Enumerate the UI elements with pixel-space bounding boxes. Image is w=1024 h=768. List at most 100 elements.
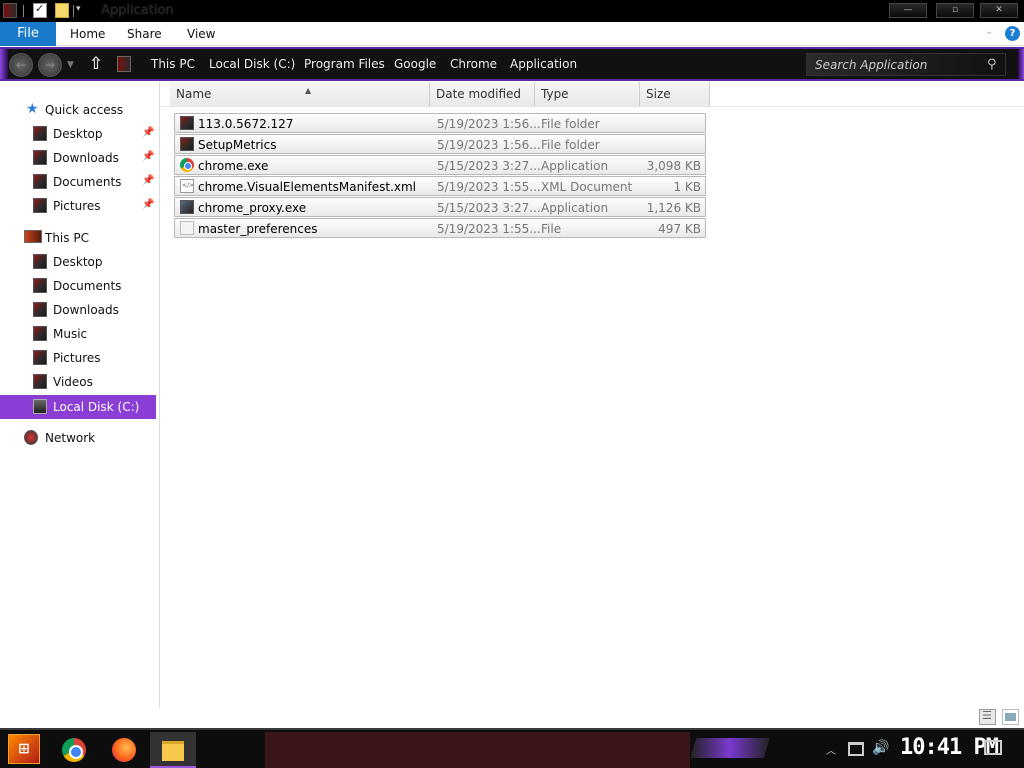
maximize-button[interactable]: ▫	[936, 3, 974, 18]
file-row[interactable]: chrome.VisualElementsManifest.xml 5/19/2…	[174, 176, 706, 196]
file-type: File folder	[541, 138, 600, 152]
breadcrumb-local-disk[interactable]: Local Disk (C:)	[209, 57, 295, 71]
tab-view[interactable]: View	[187, 22, 215, 46]
minimize-button[interactable]: —	[889, 3, 927, 18]
file-date: 5/19/2023 1:56...	[437, 117, 541, 131]
search-placeholder: Search Application	[815, 58, 928, 72]
nav-quick-access[interactable]: ★ Quick access	[0, 99, 156, 121]
tab-home[interactable]: Home	[70, 22, 105, 46]
nav-pc-music[interactable]: Music	[0, 323, 156, 345]
customize-toolbar-chevron-icon[interactable]: ▾	[76, 4, 86, 19]
location-folder-icon	[117, 56, 131, 72]
breadcrumb-google[interactable]: Google	[394, 57, 436, 71]
breadcrumb-application[interactable]: Application	[510, 57, 577, 71]
taskbar-empty-area	[265, 732, 690, 768]
nav-quick-documents[interactable]: Documents 📌	[0, 171, 156, 193]
file-explorer-window: ▾ Application — ▫ ✕ File Home Share View…	[0, 0, 1024, 728]
file-size: 497 KB	[658, 222, 701, 236]
breadcrumb-chrome[interactable]: Chrome	[450, 57, 497, 71]
expand-ribbon-chevron-icon[interactable]: ⌄	[985, 26, 993, 37]
nav-label: Quick access	[45, 103, 124, 117]
folder-icon	[180, 116, 194, 130]
star-icon: ★	[26, 101, 39, 117]
file-name: SetupMetrics	[198, 138, 277, 152]
file-row[interactable]: SetupMetrics 5/19/2023 1:56... File fold…	[174, 134, 706, 154]
window-title: Application	[101, 3, 174, 18]
tab-file[interactable]: File	[0, 22, 56, 46]
nav-this-pc[interactable]: This PC	[0, 227, 156, 249]
pictures-folder-icon	[33, 350, 47, 365]
chrome-icon[interactable]	[62, 738, 86, 762]
column-date-modified[interactable]: Date modified	[430, 82, 535, 107]
firefox-icon[interactable]	[112, 738, 136, 762]
column-label: Name	[176, 87, 212, 101]
show-hidden-icons-chevron-icon[interactable]: ︿	[826, 742, 836, 757]
toolbar-divider	[23, 5, 24, 17]
file-row[interactable]: chrome_proxy.exe 5/15/2023 3:27... Appli…	[174, 197, 706, 217]
volume-icon[interactable]: 🔊	[872, 740, 889, 756]
nav-label: Pictures	[53, 199, 101, 213]
nav-quick-pictures[interactable]: Pictures 📌	[0, 195, 156, 217]
sort-ascending-icon: ▲	[305, 86, 312, 95]
column-size[interactable]: Size	[640, 82, 710, 107]
forward-button[interactable]: →	[38, 53, 62, 77]
column-type[interactable]: Type	[535, 82, 640, 107]
music-folder-icon	[33, 326, 47, 341]
pin-icon[interactable]: 📌	[142, 127, 154, 138]
documents-folder-icon	[33, 278, 47, 293]
breadcrumb-program-files[interactable]: Program Files	[304, 57, 385, 71]
up-one-level-button[interactable]: ⇧	[86, 54, 106, 76]
column-name[interactable]: Name ▲	[170, 82, 430, 107]
new-folder-icon[interactable]	[55, 3, 69, 18]
navigation-pane: ★ Quick access Desktop 📌 Downloads 📌 Doc…	[0, 82, 160, 708]
file-name: 113.0.5672.127	[198, 117, 294, 131]
details-view-icon[interactable]	[979, 709, 996, 725]
title-bar: ▾ Application — ▫ ✕	[0, 0, 1024, 22]
nav-pc-documents[interactable]: Documents	[0, 275, 156, 297]
nav-pc-local-disk[interactable]: Local Disk (C:)	[0, 395, 156, 419]
notifications-icon[interactable]	[984, 740, 1002, 755]
nav-pc-downloads[interactable]: Downloads	[0, 299, 156, 321]
nav-label: Downloads	[53, 303, 119, 317]
help-icon[interactable]: ?	[1005, 26, 1020, 41]
nav-label: Music	[53, 327, 88, 341]
file-list: 113.0.5672.127 5/19/2023 1:56... File fo…	[174, 113, 706, 239]
recent-locations-chevron-icon[interactable]: ▼	[67, 60, 74, 70]
file-size: 3,098 KB	[646, 159, 701, 173]
breadcrumb-this-pc[interactable]: This PC	[151, 57, 195, 71]
app-icon[interactable]	[3, 3, 17, 18]
nav-label: Local Disk (C:)	[53, 400, 140, 414]
properties-icon[interactable]	[33, 2, 47, 18]
nav-pc-desktop[interactable]: Desktop	[0, 251, 156, 273]
pin-icon[interactable]: 📌	[142, 199, 154, 210]
file-explorer-icon[interactable]	[150, 732, 196, 768]
address-bar: ← → ▼ ⇧ This PC Local Disk (C:) Program …	[0, 47, 1024, 81]
nav-pc-pictures[interactable]: Pictures	[0, 347, 156, 369]
tab-share[interactable]: Share	[127, 22, 162, 46]
file-row[interactable]: 113.0.5672.127 5/19/2023 1:56... File fo…	[174, 113, 706, 133]
search-icon[interactable]: ⚲	[987, 57, 997, 72]
file-row[interactable]: chrome.exe 5/15/2023 3:27... Application…	[174, 155, 706, 175]
network-icon	[24, 430, 38, 445]
downloads-folder-icon	[33, 302, 47, 317]
large-icons-view-icon[interactable]	[1002, 709, 1019, 725]
nav-network[interactable]: Network	[0, 427, 156, 449]
network-tray-icon[interactable]	[848, 742, 864, 756]
videos-folder-icon	[33, 374, 47, 389]
nav-label: Documents	[53, 175, 122, 189]
start-button[interactable]: ⊞	[8, 734, 40, 764]
xml-file-icon	[180, 179, 194, 193]
nav-pc-videos[interactable]: Videos	[0, 371, 156, 393]
search-input[interactable]: Search Application ⚲	[806, 53, 1006, 76]
file-type: Application	[541, 201, 609, 215]
file-row[interactable]: master_preferences 5/19/2023 1:55... Fil…	[174, 218, 706, 238]
file-name: master_preferences	[198, 222, 318, 236]
close-button[interactable]: ✕	[980, 3, 1018, 18]
nav-label: Documents	[53, 279, 122, 293]
nav-quick-desktop[interactable]: Desktop 📌	[0, 123, 156, 145]
nav-quick-downloads[interactable]: Downloads 📌	[0, 147, 156, 169]
file-type: File	[541, 222, 562, 236]
pin-icon[interactable]: 📌	[142, 151, 154, 162]
pin-icon[interactable]: 📌	[142, 175, 154, 186]
back-button[interactable]: ←	[9, 53, 33, 77]
